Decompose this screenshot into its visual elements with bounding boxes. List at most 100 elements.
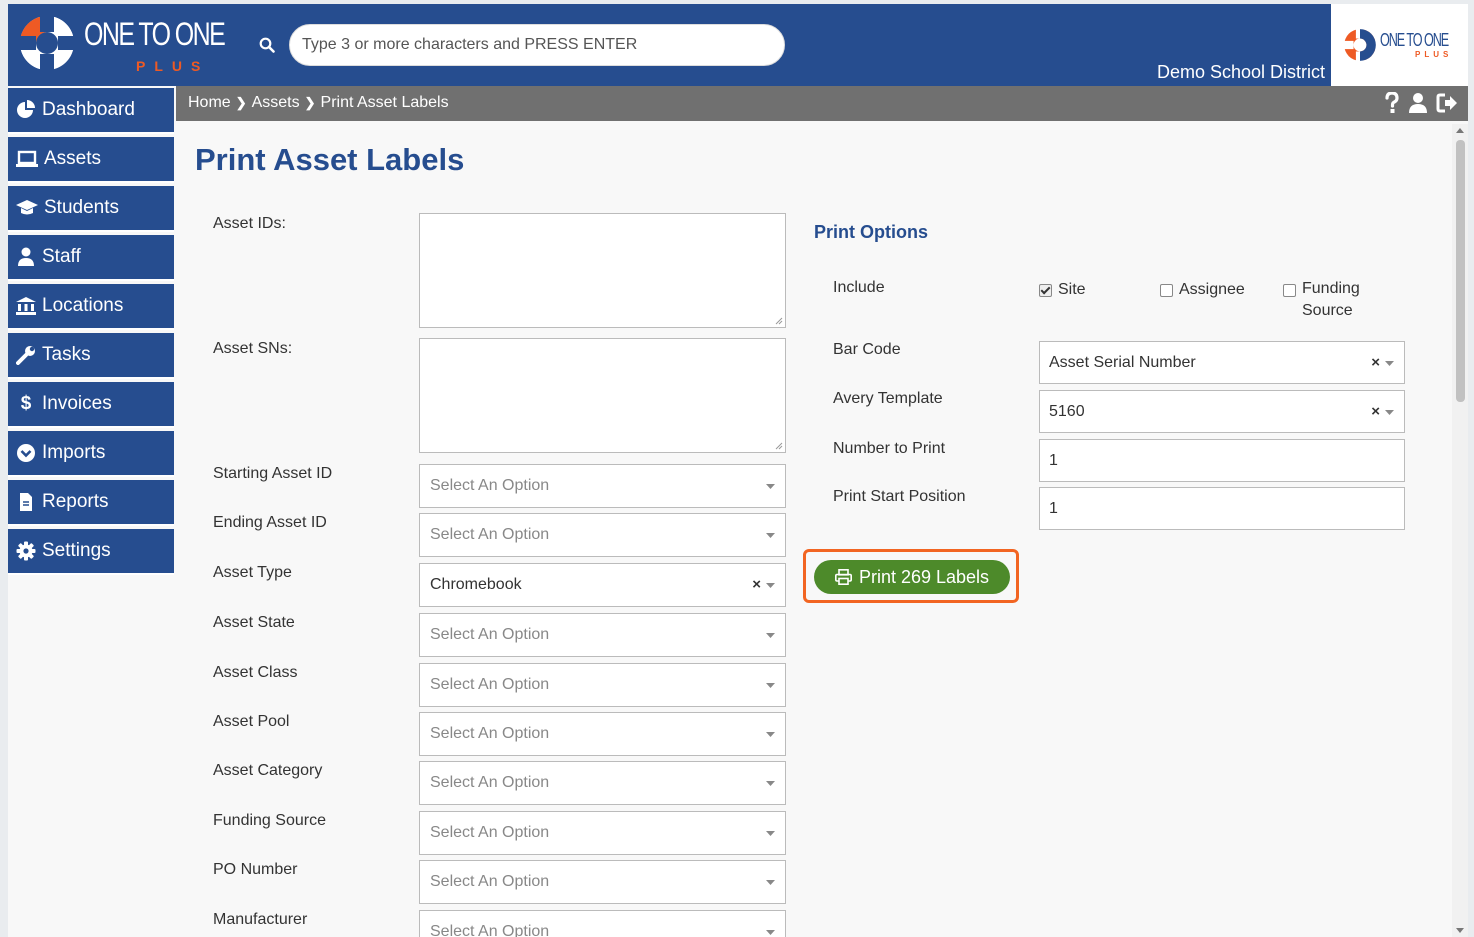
clear-icon[interactable]: × (1371, 403, 1380, 420)
sidebar-item-students[interactable]: Students (8, 186, 174, 232)
print-options-title: Print Options (814, 222, 928, 242)
chevron-right-icon: ❯ (235, 95, 247, 110)
laptop-icon (16, 150, 38, 167)
number-to-print-input[interactable] (1039, 439, 1405, 482)
print-start-position-label: Print Start Position (833, 488, 966, 505)
starting-asset-id-label: Starting Asset ID (213, 465, 333, 482)
print-start-position-input[interactable] (1039, 487, 1405, 530)
ending-asset-id-select[interactable]: Select An Option (419, 513, 786, 557)
sidebar-item-staff[interactable]: Staff (8, 235, 174, 281)
asset-pool-label: Asset Pool (213, 713, 290, 730)
dollar-icon: $ (20, 393, 32, 414)
app-logo[interactable]: ONE TO ONE PLUS (18, 14, 226, 74)
global-search-input[interactable] (289, 24, 785, 66)
scroll-up-icon[interactable] (1456, 128, 1464, 133)
page-scrollbar[interactable] (1452, 124, 1468, 937)
breadcrumb-home[interactable]: Home (188, 94, 231, 112)
sidebar-item-reports[interactable]: Reports (8, 480, 174, 526)
sidebar-item-dashboard[interactable]: Dashboard (8, 88, 174, 134)
checkbox-icon[interactable] (1160, 284, 1173, 297)
bar-code-select[interactable]: Asset Serial Number × (1039, 341, 1405, 384)
caret-down-icon (766, 484, 775, 489)
select-value: Asset Serial Number (1049, 354, 1196, 371)
asset-type-label: Asset Type (213, 564, 292, 581)
checkbox-checked-icon[interactable] (1039, 284, 1052, 297)
caret-down-icon (766, 732, 775, 737)
bar-code-label: Bar Code (833, 341, 901, 358)
include-assignee-checkbox[interactable]: Assignee (1160, 281, 1245, 299)
header-actions (1384, 92, 1458, 114)
select-value: Select An Option (430, 725, 550, 742)
resize-grip-icon[interactable] (775, 317, 783, 325)
logout-icon[interactable] (1436, 92, 1458, 114)
caret-down-icon (766, 930, 775, 935)
building-icon (16, 297, 36, 315)
wrench-icon (16, 346, 35, 365)
sidebar-item-invoices[interactable]: $ Invoices (8, 382, 174, 428)
asset-ids-textarea[interactable] (419, 213, 786, 328)
select-value: Select An Option (430, 824, 550, 841)
scroll-down-icon[interactable] (1456, 928, 1464, 933)
select-value: Chromebook (430, 576, 522, 593)
search-icon[interactable] (259, 37, 275, 53)
avery-template-select[interactable]: 5160 × (1039, 390, 1405, 433)
sidebar-item-label: Imports (42, 442, 106, 463)
sidebar-item-settings[interactable]: Settings (8, 529, 174, 575)
select-value: Select An Option (430, 626, 550, 643)
caret-down-icon (766, 880, 775, 885)
starting-asset-id-select[interactable]: Select An Option (419, 464, 786, 508)
checkbox-label: Assignee (1179, 281, 1245, 298)
ending-asset-id-label: Ending Asset ID (213, 514, 327, 531)
manufacturer-label: Manufacturer (213, 911, 308, 928)
print-labels-button[interactable]: Print 269 Labels (814, 560, 1010, 594)
user-icon[interactable] (1408, 92, 1428, 114)
district-name: Demo School District (1156, 62, 1325, 82)
asset-type-select[interactable]: Chromebook × (419, 563, 786, 607)
logo-text: ONE TO ONE (84, 16, 226, 52)
sidebar-item-label: Students (44, 197, 119, 218)
include-site-checkbox[interactable]: Site (1039, 281, 1086, 299)
asset-ids-label: Asset IDs: (213, 215, 286, 232)
sidebar-item-locations[interactable]: Locations (8, 284, 174, 330)
asset-sns-textarea[interactable] (419, 338, 786, 453)
sidebar-item-assets[interactable]: Assets (8, 137, 174, 183)
checkbox-label: Site (1058, 281, 1086, 298)
checkbox-icon[interactable] (1283, 284, 1296, 297)
funding-source-label: Funding Source (213, 812, 326, 829)
select-value: 5160 (1049, 403, 1085, 420)
app-window: ONE TO ONE PLUS Demo School District ONE… (8, 4, 1468, 937)
select-value: Select An Option (430, 774, 550, 791)
sidebar-nav: Dashboard Assets Students Staff Location… (8, 88, 174, 578)
chevron-right-icon: ❯ (304, 95, 316, 110)
clear-icon[interactable]: × (752, 576, 761, 593)
number-to-print-label: Number to Print (833, 440, 946, 457)
breadcrumb-current: Print Asset Labels (320, 94, 449, 111)
sidebar-item-imports[interactable]: Imports (8, 431, 174, 477)
resize-grip-icon[interactable] (775, 442, 783, 450)
lifebuoy-logo-icon (18, 14, 76, 72)
breadcrumb-assets[interactable]: Assets (252, 94, 300, 112)
caret-down-icon (766, 683, 775, 688)
asset-category-select[interactable]: Select An Option (419, 761, 786, 805)
caret-down-icon (766, 583, 775, 588)
select-value: Select An Option (430, 526, 550, 543)
sidebar-item-label: Staff (42, 246, 81, 267)
sidebar-item-tasks[interactable]: Tasks (8, 333, 174, 379)
asset-class-select[interactable]: Select An Option (419, 663, 786, 707)
asset-pool-select[interactable]: Select An Option (419, 712, 786, 756)
po-number-select[interactable]: Select An Option (419, 860, 786, 904)
asset-sns-label: Asset SNs: (213, 340, 293, 357)
district-logo-subtext: PLUS (1415, 50, 1453, 59)
select-value: Select An Option (430, 873, 550, 890)
caret-down-icon (1385, 410, 1394, 415)
funding-source-select[interactable]: Select An Option (419, 811, 786, 855)
question-icon[interactable] (1384, 92, 1400, 114)
printer-icon (834, 569, 852, 585)
asset-state-select[interactable]: Select An Option (419, 613, 786, 657)
clear-icon[interactable]: × (1371, 354, 1380, 371)
scroll-thumb[interactable] (1456, 140, 1465, 402)
include-funding-source-checkbox[interactable]: Funding Source (1283, 280, 1383, 322)
manufacturer-select[interactable]: Select An Option (419, 910, 786, 937)
file-icon (20, 493, 32, 511)
caret-down-icon (766, 781, 775, 786)
